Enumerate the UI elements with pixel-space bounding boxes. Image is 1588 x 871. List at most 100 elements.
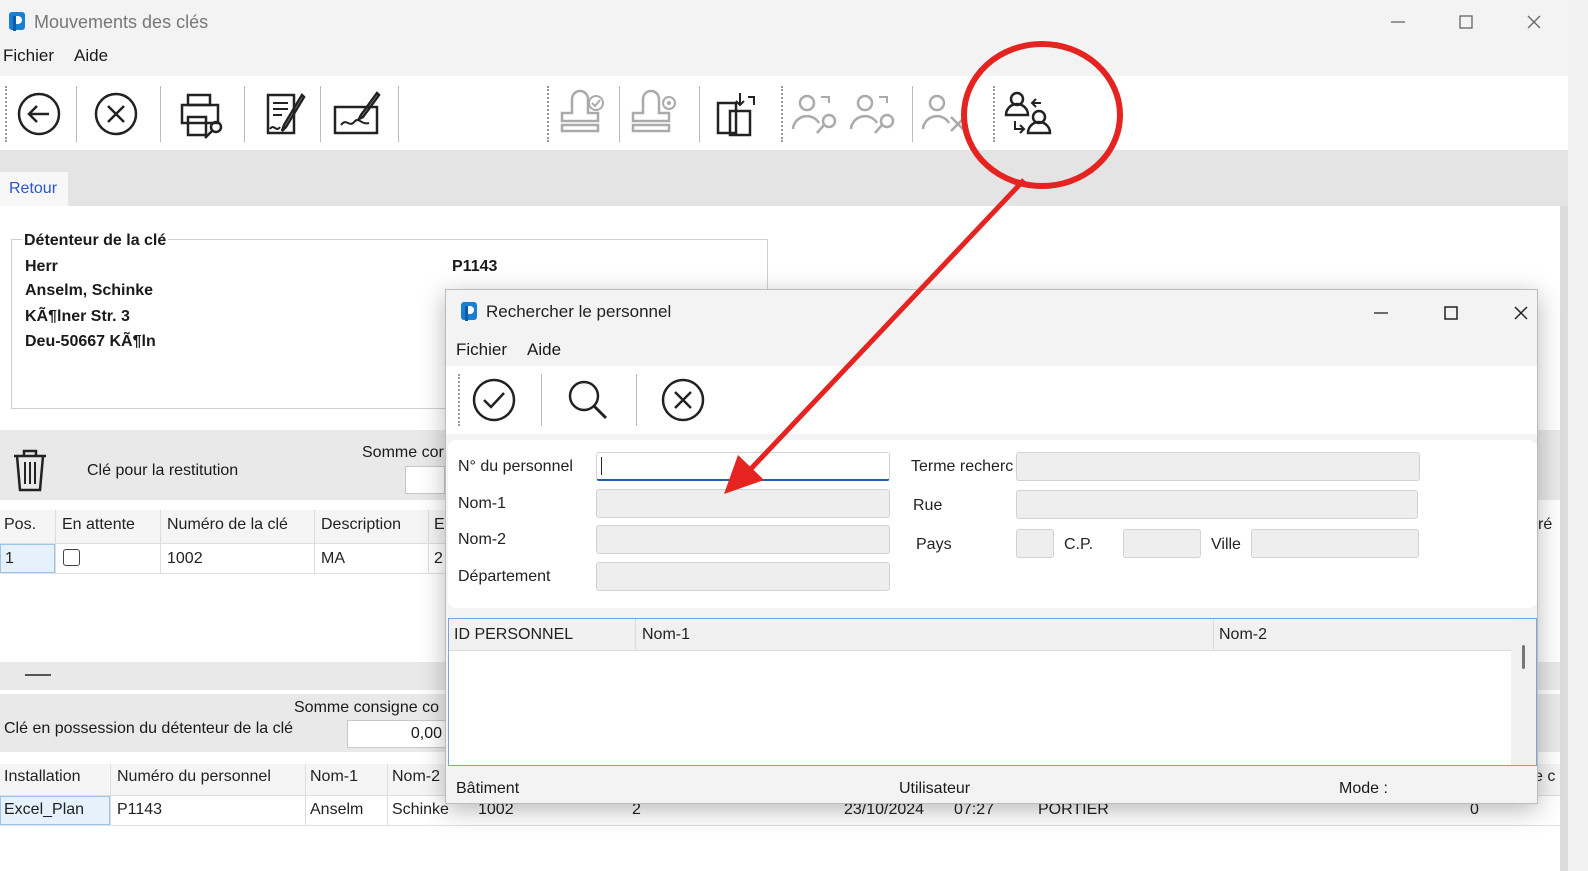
nom1-field[interactable]: [596, 489, 890, 518]
maximize-button[interactable]: [1432, 0, 1500, 44]
country-field[interactable]: [1016, 529, 1054, 558]
restitution-sum-field[interactable]: [405, 466, 445, 494]
department-field[interactable]: [596, 562, 890, 591]
toolbar-separator: [458, 374, 460, 426]
personnel-no-field[interactable]: [596, 452, 890, 481]
personnel-no-label: N° du personnel: [458, 458, 573, 475]
vertical-scrollbar[interactable]: [1511, 619, 1536, 765]
toolbar-divider: [636, 374, 637, 426]
transfer-button[interactable]: [707, 86, 763, 142]
clipped-header-fragment: ré: [1538, 516, 1553, 533]
cancel-x-icon: [661, 378, 705, 422]
col-nom1[interactable]: Nom-1: [642, 626, 690, 644]
back-arrow-icon: [17, 92, 61, 136]
dialog-menu-fichier[interactable]: Fichier: [456, 340, 507, 360]
row-key-number: 1002: [167, 550, 203, 567]
person-key-remove-button[interactable]: [918, 86, 974, 142]
col-en-attente[interactable]: En attente: [62, 516, 135, 534]
confirm-button[interactable]: [470, 376, 518, 429]
dialog-maximize-button[interactable]: [1416, 298, 1486, 328]
col-divider: [55, 510, 56, 574]
person-key-in-button[interactable]: [788, 86, 844, 142]
toolbar-divider: [619, 86, 620, 142]
check-circle-icon: [472, 378, 516, 422]
col-nom1[interactable]: Nom-1: [310, 768, 358, 786]
app-logo-icon: [9, 12, 25, 31]
search-term-field[interactable]: [1016, 452, 1420, 481]
row-description: MA: [321, 550, 345, 567]
title-bar: Mouvements des clés: [0, 0, 1568, 44]
back-button[interactable]: [11, 86, 67, 142]
holder-name: Anselm, Schinke: [25, 282, 154, 299]
stamp-settings-button[interactable]: [626, 86, 682, 142]
close-button[interactable]: [1500, 0, 1568, 44]
minimize-button[interactable]: [1364, 0, 1432, 44]
print-key-button[interactable]: [175, 86, 231, 142]
menu-fichier[interactable]: Fichier: [3, 46, 54, 66]
tab-strip: Retour: [0, 150, 1568, 206]
dialog-menu-aide[interactable]: Aide: [527, 340, 561, 360]
nom2-label: Nom-2: [458, 531, 507, 548]
person-key-icon: [791, 94, 837, 134]
text-cursor: [601, 457, 602, 475]
col-installation[interactable]: Installation: [4, 768, 81, 786]
signature-pad-icon: [333, 91, 381, 135]
results-grid[interactable]: ID PERSONNEL Nom-1 Nom-2: [448, 618, 1537, 766]
holder-street: KÃ¶lner Str. 3: [25, 308, 130, 325]
col-personnel-number[interactable]: Numéro du personnel: [117, 768, 271, 786]
possession-sum-field[interactable]: 0,00: [347, 720, 447, 748]
en-attente-checkbox[interactable]: [63, 549, 80, 566]
signature-document-icon: [266, 92, 306, 135]
col-id-personnel[interactable]: ID PERSONNEL: [454, 626, 573, 644]
person-swap-icon: [1004, 91, 1052, 135]
status-user: Utilisateur: [899, 780, 971, 797]
possession-label: Clé en possession du détenteur de la clé: [4, 720, 294, 737]
col-pos[interactable]: Pos.: [4, 516, 36, 534]
change-person-button[interactable]: [1000, 86, 1056, 142]
signature-pad-button[interactable]: [328, 86, 384, 142]
delete-button[interactable]: [10, 446, 50, 499]
zip-label: C.P.: [1064, 536, 1094, 553]
tab-retour[interactable]: Retour: [0, 172, 68, 206]
dialog-cancel-button[interactable]: [659, 376, 707, 429]
restitution-sum-label: Somme cor: [362, 444, 444, 461]
street-field[interactable]: [1016, 490, 1418, 519]
department-label: Département: [458, 568, 551, 585]
person-key-out-button[interactable]: [846, 86, 902, 142]
status-bar: Bâtiment Utilisateur Mode :: [446, 772, 1537, 804]
city-field[interactable]: [1251, 529, 1419, 558]
restitution-label: Clé pour la restitution: [87, 462, 239, 479]
col-divider: [387, 764, 388, 826]
row-personnel: P1143: [117, 801, 163, 818]
scrollbar-thumb[interactable]: [1522, 645, 1525, 669]
col-divider: [305, 764, 306, 826]
toolbar-separator: [5, 86, 7, 142]
window-title: Mouvements des clés: [34, 11, 209, 32]
col-nom2[interactable]: Nom-2: [392, 768, 440, 786]
col-key-number[interactable]: Numéro de la clé: [167, 516, 288, 534]
nom1-label: Nom-1: [458, 495, 507, 512]
dialog-menu-bar: Fichier Aide: [456, 340, 561, 360]
country-label: Pays: [916, 536, 952, 553]
row-divider: [0, 825, 1560, 826]
cancel-button[interactable]: [88, 86, 144, 142]
toolbar-divider: [912, 86, 913, 142]
key-holder-legend: Détenteur de la clé: [22, 232, 169, 250]
zip-field[interactable]: [1123, 529, 1201, 558]
stamp-gear-icon: [631, 89, 676, 133]
col-divider: [314, 510, 315, 574]
col-e[interactable]: E: [434, 516, 445, 534]
sign-document-button[interactable]: [257, 86, 313, 142]
nom2-field[interactable]: [596, 525, 890, 554]
toolbar-separator: [547, 86, 549, 142]
dialog-minimize-button[interactable]: [1346, 298, 1416, 328]
menu-aide[interactable]: Aide: [74, 46, 108, 66]
col-divider: [110, 764, 111, 826]
stamp-check-button[interactable]: [555, 86, 611, 142]
dialog-close-button[interactable]: [1486, 298, 1556, 328]
dialog-toolbar: [446, 366, 1537, 434]
col-nom2[interactable]: Nom-2: [1219, 626, 1267, 644]
col-description[interactable]: Description: [321, 516, 401, 534]
search-button[interactable]: [564, 376, 612, 429]
col-divider: [635, 619, 636, 651]
